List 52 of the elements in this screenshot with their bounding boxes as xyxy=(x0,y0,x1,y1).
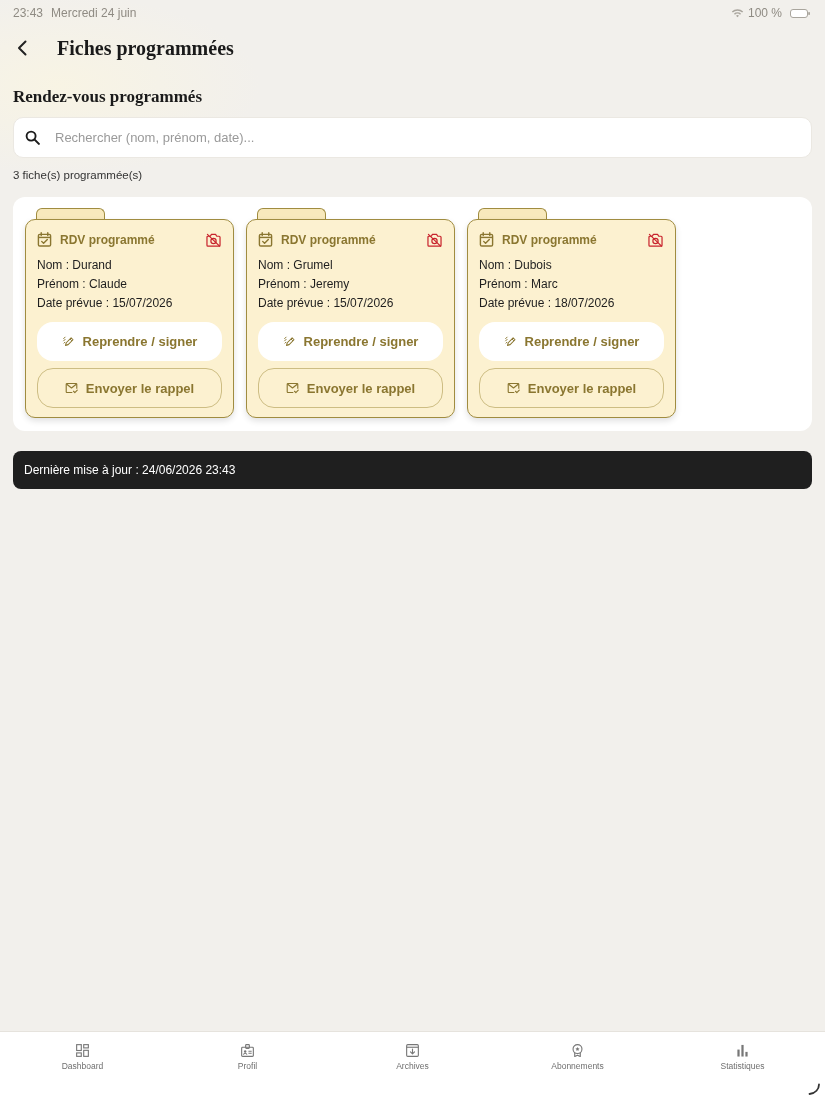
pencil-icon xyxy=(282,335,296,348)
calendar-check-icon xyxy=(258,232,273,247)
calendar-check-icon xyxy=(479,232,494,247)
calendar-check-icon xyxy=(37,232,52,247)
patient-name: Nom : Durand xyxy=(37,257,113,274)
patient-name: Nom : Grumel xyxy=(258,257,334,274)
scheduled-date: Date prévue : 15/07/2026 xyxy=(37,295,174,312)
results-count: 3 fiche(s) programmée(s) xyxy=(13,168,143,183)
pencil-icon xyxy=(61,335,75,348)
dashboard-grid-icon xyxy=(76,1044,89,1057)
status-date: Mercredi 24 juin xyxy=(51,6,137,20)
camera-off-icon xyxy=(206,232,221,247)
patient-first-name: Prénom : Marc xyxy=(479,276,559,293)
bar-chart-icon xyxy=(736,1044,749,1057)
nav-tab[interactable]: Archives xyxy=(330,1032,495,1071)
nav-tab[interactable]: Abonnements xyxy=(495,1032,660,1071)
search-icon xyxy=(25,130,40,145)
envelope-check-icon xyxy=(285,382,299,394)
last-update-banner: Dernière mise à jour : 24/06/2026 23:43 xyxy=(13,451,812,489)
card-status: RDV programmé xyxy=(60,232,156,247)
envelope-check-icon xyxy=(506,382,520,394)
page-title: Fiches programmées xyxy=(57,36,234,60)
scheduled-date: Date prévue : 15/07/2026 xyxy=(258,295,395,312)
camera-off-icon xyxy=(648,232,663,247)
scheduled-date: Date prévue : 18/07/2026 xyxy=(479,295,616,312)
search-field[interactable]: Rechercher (nom, prénom, date)... xyxy=(13,117,812,158)
wifi-icon xyxy=(730,8,744,18)
send-reminder-button[interactable]: Envoyer le rappel xyxy=(258,368,443,408)
patient-name: Nom : Dubois xyxy=(479,257,553,274)
status-time: 23:43 xyxy=(13,6,44,20)
nav-tab[interactable]: Statistiques xyxy=(660,1032,825,1071)
battery-percentage: 100 % xyxy=(747,6,782,20)
section-title: Rendez-vous programmés xyxy=(13,86,203,108)
id-badge-icon xyxy=(241,1044,254,1057)
card-status: RDV programmé xyxy=(281,232,377,247)
resume-sign-button[interactable]: Reprendre / signer xyxy=(479,322,664,361)
resume-sign-button[interactable]: Reprendre / signer xyxy=(37,322,222,361)
pencil-icon xyxy=(503,335,517,348)
send-reminder-button[interactable]: Envoyer le rappel xyxy=(37,368,222,408)
patient-first-name: Prénom : Claude xyxy=(37,276,129,293)
send-reminder-button[interactable]: Envoyer le rappel xyxy=(479,368,664,408)
envelope-check-icon xyxy=(64,382,78,394)
nav-tab[interactable]: Profil xyxy=(165,1032,330,1071)
resume-sign-button[interactable]: Reprendre / signer xyxy=(258,322,443,361)
patient-first-name: Prénom : Jeremy xyxy=(258,276,351,293)
card-status: RDV programmé xyxy=(502,232,598,247)
loading-spinner-icon xyxy=(808,1083,820,1095)
nav-tab[interactable]: Dashboard xyxy=(0,1032,165,1071)
award-icon xyxy=(571,1044,584,1057)
camera-off-icon xyxy=(427,232,442,247)
battery-icon xyxy=(790,8,810,18)
archive-box-icon xyxy=(406,1044,419,1057)
